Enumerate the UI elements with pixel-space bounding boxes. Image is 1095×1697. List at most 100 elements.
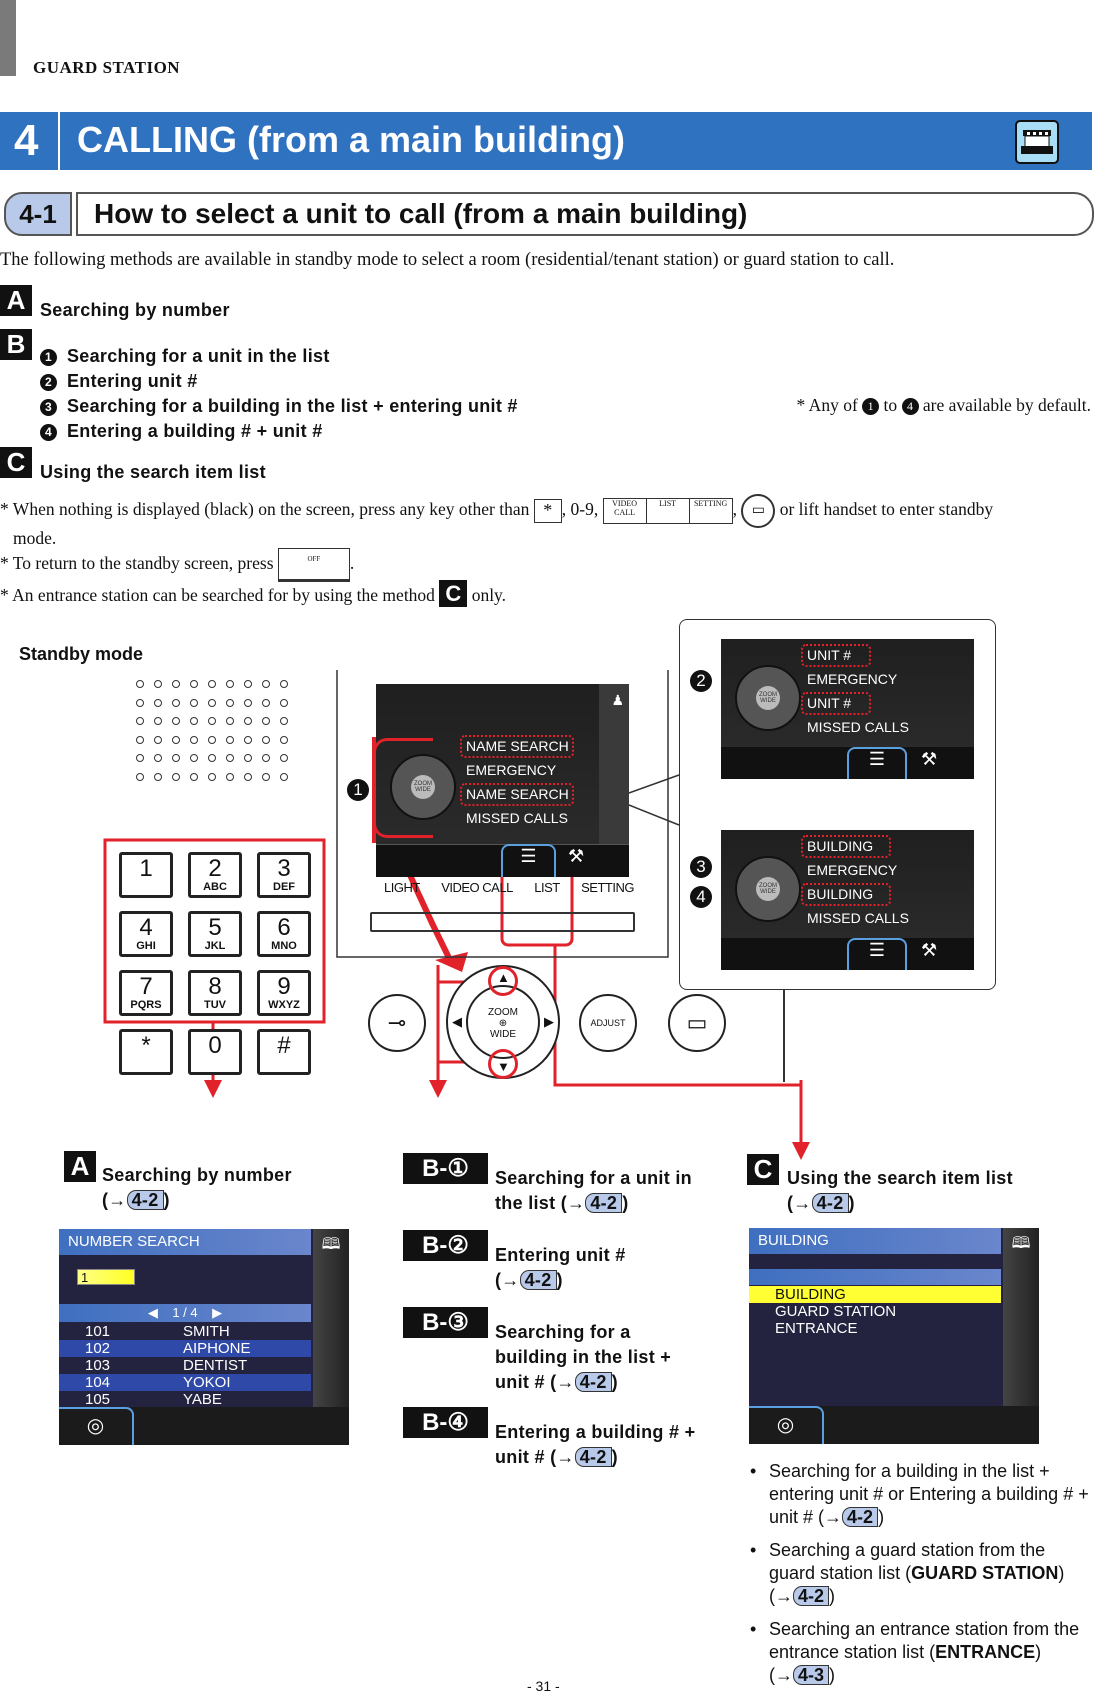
screen-title: BUILDING: [749, 1228, 1001, 1254]
function-keys-icon: VIDEO CALL LIST SETTING: [602, 498, 733, 524]
key-letters: ABC: [203, 881, 227, 893]
key-digit: #: [277, 1032, 291, 1059]
key-hash[interactable]: #: [257, 1029, 311, 1075]
number-badge: 3: [40, 399, 57, 416]
note-text: to: [883, 395, 898, 415]
key-1[interactable]: 1: [119, 852, 173, 898]
ref-link[interactable]: 4-2: [842, 1507, 879, 1527]
unit-number: 105: [85, 1391, 111, 1408]
result-b-text: Searching for a unit in the list (→ 4-2): [495, 1168, 692, 1213]
ref-link[interactable]: 4-2: [126, 1190, 164, 1210]
ref-link[interactable]: 4-2: [574, 1447, 612, 1467]
result-b-text: Entering a building # + unit # (→ 4-2): [495, 1422, 696, 1467]
marker-3: 3: [690, 856, 712, 878]
key-7[interactable]: 7 PQRS: [119, 970, 173, 1016]
note-return: * To return to the standby screen, press…: [0, 548, 354, 582]
result-row[interactable]: 103 DENTIST: [59, 1357, 311, 1374]
target-softkey-icon[interactable]: ◎: [749, 1406, 824, 1444]
key-digit: 4: [139, 914, 153, 941]
ref-link[interactable]: 4-2: [793, 1586, 830, 1606]
right-arrow-icon[interactable]: ▶: [544, 1014, 554, 1030]
section-header: 4-1 How to select a unit to call (from a…: [4, 192, 1094, 236]
method-b-list: 1 Searching for a unit in the list 2 Enter…: [40, 344, 518, 444]
list-item[interactable]: ENTRANCE: [749, 1320, 1001, 1337]
key-digit: 1: [139, 855, 153, 882]
unit-number: 102: [85, 1340, 111, 1357]
ref-link[interactable]: 4-2: [811, 1193, 849, 1213]
unit-name: YOKOI: [183, 1374, 231, 1391]
screen-title: NUMBER SEARCH: [59, 1229, 311, 1255]
key-0[interactable]: 0: [188, 1029, 242, 1075]
key-3[interactable]: 3 DEF: [257, 852, 311, 898]
item-text: Entering a building # + unit #: [67, 421, 323, 441]
left-arrow-icon[interactable]: ◀: [452, 1014, 462, 1030]
key-6[interactable]: 6 MNO: [257, 911, 311, 957]
result-text: Using the search item list: [787, 1168, 1013, 1188]
arrow-a-head: [204, 1080, 222, 1098]
key-4[interactable]: 4 GHI: [119, 911, 173, 957]
list-item-selected[interactable]: BUILDING: [749, 1286, 1001, 1303]
key-8[interactable]: 8 TUV: [188, 970, 242, 1016]
key-digit: 9: [277, 973, 291, 1000]
menu-item: EMERGENCY: [807, 862, 898, 878]
marker-2: 2: [690, 670, 712, 692]
zoom-wide-icon: ZOOM WIDE: [755, 876, 781, 902]
method-a-label: A: [0, 285, 32, 316]
pager: ◀ 1 / 4 ▶: [59, 1304, 311, 1322]
key-2[interactable]: 2 ABC: [188, 852, 242, 898]
setting-label: SETTING: [581, 880, 634, 895]
result-row[interactable]: 102 AIPHONE: [59, 1340, 311, 1357]
ref-link[interactable]: 4-2: [574, 1372, 612, 1392]
key-letters: GHI: [136, 940, 156, 952]
key-5[interactable]: 5 JKL: [188, 911, 242, 957]
key-star[interactable]: *: [119, 1029, 173, 1075]
result-b-text: Entering unit # (→ 4-2): [495, 1245, 626, 1290]
arrow-c-head: [792, 1142, 810, 1160]
adjust-button[interactable]: ADJUST: [579, 994, 637, 1052]
dotted-highlight: [801, 644, 871, 667]
setting-softkey-icon: ⚒: [568, 846, 585, 866]
ref-link[interactable]: 4-3: [793, 1665, 830, 1685]
dotted-highlight: [460, 735, 574, 758]
result-b-text: Searching for a building in the list + u…: [495, 1322, 672, 1392]
section-number: 4-1: [4, 192, 72, 236]
unit-number: 104: [85, 1374, 111, 1391]
key-digit: 7: [139, 973, 153, 1000]
key-letters: PQRS: [130, 999, 162, 1011]
panel-button-strip[interactable]: [370, 912, 635, 932]
target-softkey-icon[interactable]: ◎: [59, 1407, 134, 1445]
unit-name: DENTIST: [183, 1357, 248, 1374]
method-b-item: 4 Entering a building # + unit #: [40, 419, 518, 444]
zoom-wide-center[interactable]: ZOOM ⊕ WIDE: [466, 985, 540, 1059]
result-row[interactable]: 101 SMITH: [59, 1323, 311, 1340]
result-c-bullets: Searching for a building in the list + e…: [750, 1460, 1095, 1697]
number-input[interactable]: 1: [77, 1269, 135, 1285]
method-b-item: 2 Entering unit #: [40, 369, 518, 394]
key-letters: DEF: [273, 881, 295, 893]
method-b-label: B: [0, 329, 32, 360]
monitor-button[interactable]: ▭: [668, 994, 726, 1052]
method-1-highlight: [373, 738, 433, 838]
edge-tab: [0, 0, 16, 76]
result-text: Searching by number: [102, 1165, 292, 1185]
note-text: , 0-9,: [561, 499, 599, 520]
ref-link[interactable]: 4-2: [585, 1193, 623, 1213]
running-title: GUARD STATION: [33, 58, 181, 77]
result-row[interactable]: 104 YOKOI: [59, 1374, 311, 1391]
unit-number: 101: [85, 1323, 111, 1340]
key-digit: 2: [208, 855, 222, 882]
result-text: Entering unit #: [495, 1245, 626, 1265]
adjust-label: ADJUST: [590, 1018, 626, 1028]
door-release-button[interactable]: ⊸: [368, 994, 426, 1052]
marker-4: 4: [690, 886, 712, 908]
result-row[interactable]: 105 YABE: [59, 1391, 311, 1408]
monitor-button-icon: ▭: [741, 494, 776, 528]
key-digit: 5: [208, 914, 222, 941]
key-9[interactable]: 9 WXYZ: [257, 970, 311, 1016]
setting-softkey-icon: ⚒: [921, 749, 938, 769]
screen-sidebar: 🕮: [313, 1229, 349, 1407]
list-item[interactable]: GUARD STATION: [749, 1303, 1001, 1320]
key-letters: JKL: [204, 940, 226, 952]
ref-link[interactable]: 4-2: [519, 1270, 557, 1290]
result-b-label: B-④: [403, 1407, 488, 1438]
